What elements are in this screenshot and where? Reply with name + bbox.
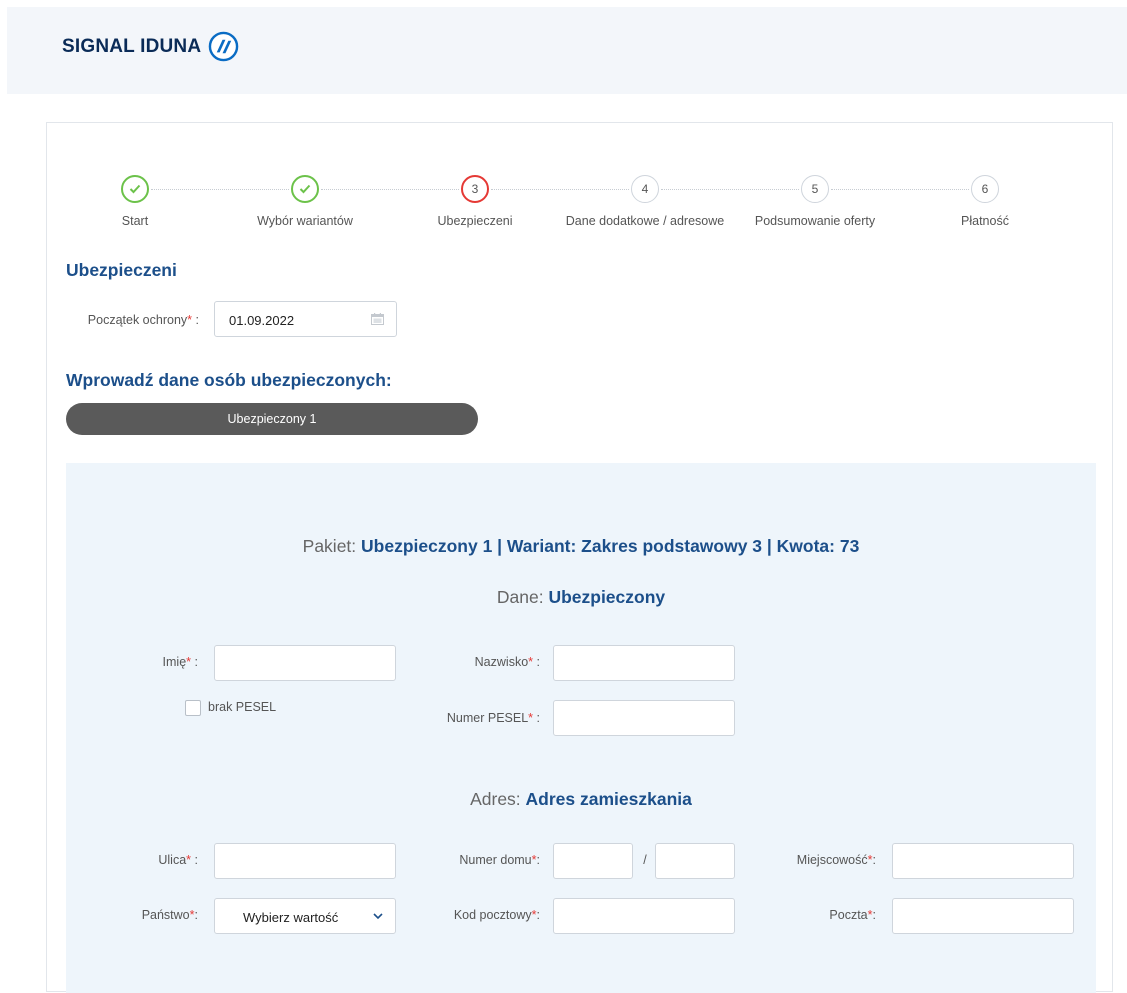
- house-number-separator: /: [643, 853, 647, 867]
- pesel-input[interactable]: [553, 700, 735, 736]
- pesel-label: Numer PESEL* :: [446, 711, 540, 725]
- progress-stepper: Start Wybór wariantów 3 Ubezpieczeni 4 D…: [47, 175, 1114, 245]
- check-icon: [129, 184, 141, 194]
- country-label: Państwo*:: [141, 908, 198, 922]
- package-summary: Pakiet: Ubezpieczony 1 | Wariant: Zakres…: [302, 536, 860, 556]
- first-name-label: Imię* :: [162, 655, 198, 669]
- last-name-label: Nazwisko* :: [474, 655, 540, 669]
- step-insured[interactable]: 3 Ubezpieczeni: [395, 175, 555, 228]
- step-label: Podsumowanie oferty: [754, 214, 876, 228]
- chevron-down-icon: [373, 913, 383, 920]
- tab-insured-1[interactable]: Ubezpieczony 1: [66, 403, 478, 435]
- brand-logo-icon: [209, 31, 239, 62]
- section-title: Ubezpieczeni: [66, 260, 177, 280]
- step-label: Płatność: [961, 214, 1009, 228]
- post-office-label: Poczta*:: [829, 908, 876, 922]
- postal-code-label: Kod pocztowy*:: [453, 908, 540, 922]
- persons-title: Wprowadź dane osób ubezpieczonych:: [66, 370, 392, 390]
- last-name-input[interactable]: [553, 645, 735, 681]
- city-label: Miejscowość*:: [796, 853, 876, 867]
- step-label: Start: [121, 214, 149, 228]
- step-done-circle: [291, 175, 319, 203]
- brand-name: SIGNAL IDUNA: [62, 35, 202, 57]
- city-input[interactable]: [892, 843, 1074, 879]
- step-number: 4: [631, 175, 659, 203]
- start-date-input[interactable]: 01.09.2022: [214, 301, 397, 337]
- step-label: Ubezpieczeni: [437, 214, 513, 228]
- house-number-input[interactable]: [553, 843, 633, 879]
- address-heading: Adres: Adres zamieszkania: [470, 789, 692, 809]
- calendar-icon[interactable]: [371, 313, 384, 325]
- header-bar: SIGNAL IDUNA: [7, 7, 1127, 94]
- first-name-input[interactable]: [214, 645, 396, 681]
- step-variants[interactable]: Wybór wariantów: [225, 175, 385, 228]
- step-start[interactable]: Start: [55, 175, 215, 228]
- start-date-label: Początek ochrony* :: [87, 313, 199, 327]
- street-input[interactable]: [214, 843, 396, 879]
- post-office-input[interactable]: [892, 898, 1074, 934]
- data-heading: Dane: Ubezpieczony: [496, 587, 666, 607]
- house-number-label: Numer domu*:: [459, 853, 540, 867]
- step-number: 3: [461, 175, 489, 203]
- check-icon: [299, 184, 311, 194]
- insured-form-panel: Pakiet: Ubezpieczony 1 | Wariant: Zakres…: [66, 463, 1096, 993]
- no-pesel-label: brak PESEL: [208, 700, 277, 714]
- form-card: Start Wybór wariantów 3 Ubezpieczeni 4 D…: [46, 122, 1114, 993]
- step-address: 4 Dane dodatkowe / adresowe: [565, 175, 725, 228]
- step-summary: 5 Podsumowanie oferty: [735, 175, 895, 228]
- brand-logo[interactable]: SIGNAL IDUNA: [62, 31, 239, 62]
- step-done-circle: [121, 175, 149, 203]
- step-number: 6: [971, 175, 999, 203]
- step-label: Dane dodatkowe / adresowe: [565, 214, 725, 228]
- apartment-number-input[interactable]: [655, 843, 735, 879]
- country-select[interactable]: Wybierz wartość: [214, 898, 396, 934]
- no-pesel-checkbox[interactable]: [185, 700, 201, 716]
- postal-code-input[interactable]: [553, 898, 735, 934]
- step-number: 5: [801, 175, 829, 203]
- street-label: Ulica* :: [158, 853, 198, 867]
- step-label: Wybór wariantów: [257, 214, 353, 228]
- step-payment: 6 Płatność: [905, 175, 1065, 228]
